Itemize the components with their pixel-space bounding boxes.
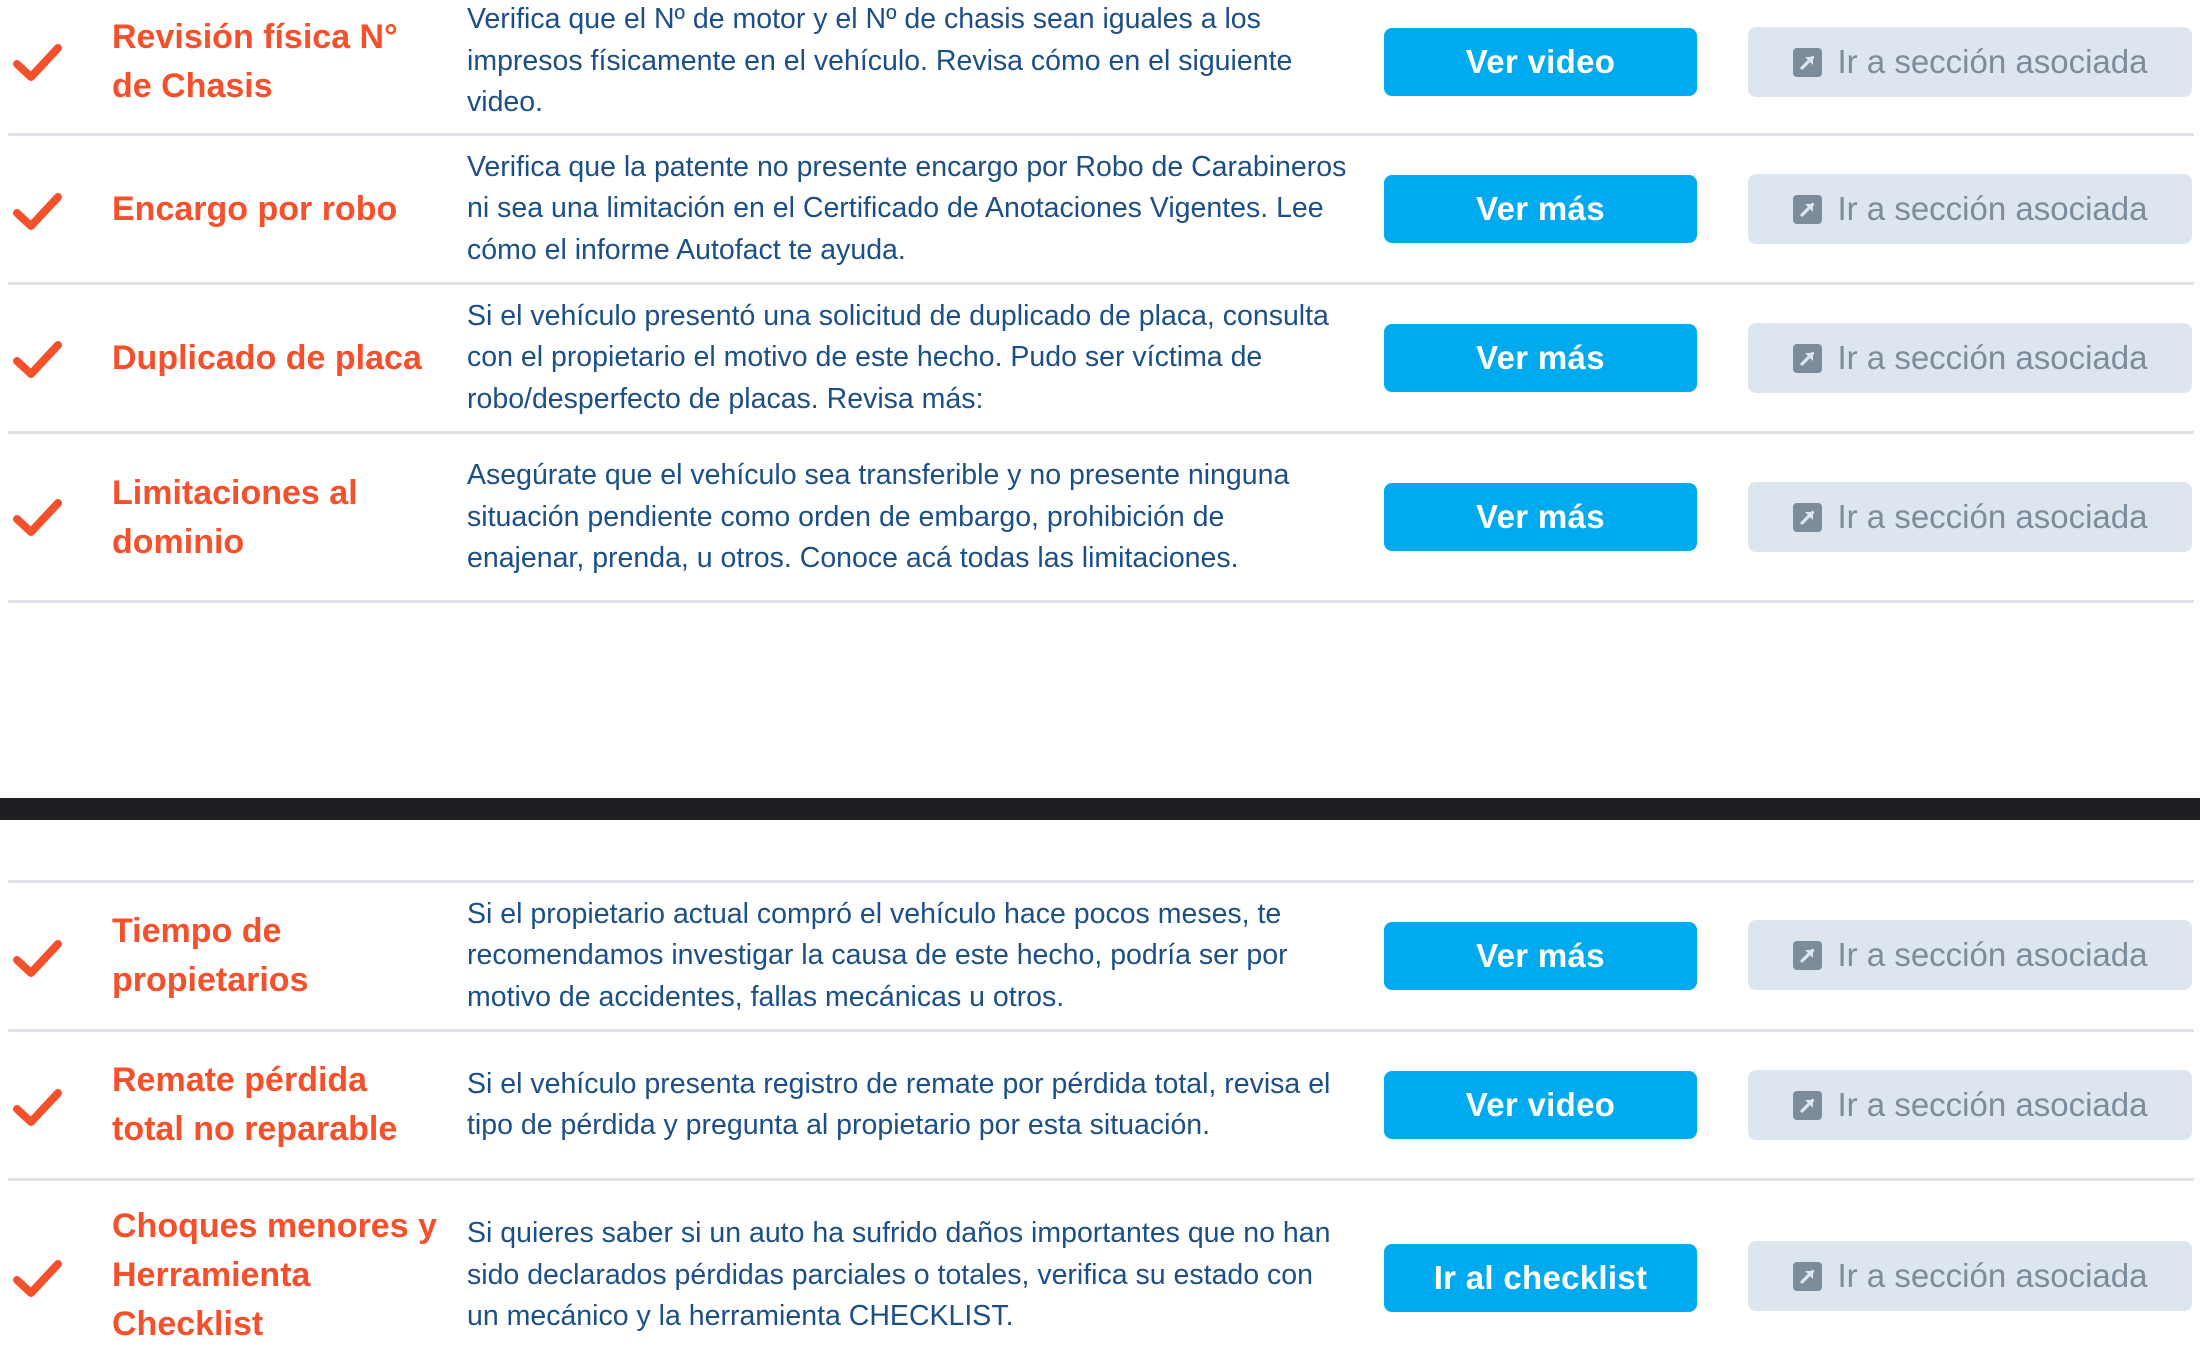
ver-video-button[interactable]: Ver video <box>1384 28 1697 96</box>
checklist-row: Limitaciones al dominio Asegúrate que el… <box>0 434 2200 601</box>
go-to-section-label: Ir a sección asociada <box>1837 339 2148 376</box>
go-to-section-button[interactable]: Ir a sección asociada <box>1748 1241 2192 1311</box>
external-link-icon <box>1792 343 1823 374</box>
ver-video-button[interactable]: Ver video <box>1384 1071 1697 1139</box>
external-link-icon <box>1792 1261 1823 1292</box>
row-description: Verifica que la patente no presente enca… <box>467 150 1347 266</box>
row-description: Si el vehículo presenta registro de rema… <box>467 1067 1331 1142</box>
go-to-section-label: Ir a sección asociada <box>1837 190 2148 227</box>
go-to-section-button[interactable]: Ir a sección asociada <box>1748 482 2192 552</box>
go-to-section-button[interactable]: Ir a sección asociada <box>1748 1070 2192 1140</box>
row-title: Revisión física N° de Chasis <box>112 17 398 105</box>
row-title: Limitaciones al dominio <box>112 473 358 561</box>
row-description: Si el propietario actual compró el vehíc… <box>467 897 1288 1013</box>
row-title: Tiempo de propietarios <box>112 912 309 999</box>
checklist-row: Choques menores y Herramienta Checklist … <box>0 1181 2200 1370</box>
checklist-row: Remate pérdida total no reparable Si el … <box>0 1032 2200 1178</box>
row-description: Si el vehículo presentó una solicitud de… <box>467 299 1329 415</box>
row-description: Verifica que el Nº de motor y el Nº de c… <box>467 3 1293 119</box>
go-to-section-label: Ir a sección asociada <box>1837 1257 2148 1294</box>
go-to-section-button[interactable]: Ir a sección asociada <box>1748 174 2192 244</box>
checklist-section-bottom: Tiempo de propietarios Si el propietario… <box>0 820 2200 1370</box>
external-link-icon <box>1792 940 1823 971</box>
window-divider-bar <box>0 798 2200 820</box>
checklist-row: Revisión física N° de Chasis Verifica qu… <box>0 0 2200 133</box>
go-to-section-label: Ir a sección asociada <box>1837 498 2148 535</box>
row-title: Duplicado de placa <box>112 338 422 377</box>
check-icon <box>12 933 62 983</box>
go-to-section-label: Ir a sección asociada <box>1837 1086 2148 1123</box>
checklist-row: Tiempo de propietarios Si el propietario… <box>0 883 2200 1029</box>
row-title: Choques menores y Herramienta Checklist <box>112 1207 437 1343</box>
go-to-section-button[interactable]: Ir a sección asociada <box>1748 27 2192 97</box>
go-to-section-label: Ir a sección asociada <box>1837 936 2148 973</box>
ver-mas-button[interactable]: Ver más <box>1384 175 1697 243</box>
row-divider <box>8 600 2194 603</box>
external-link-icon <box>1792 502 1823 533</box>
ver-mas-button[interactable]: Ver más <box>1384 922 1697 990</box>
ver-mas-button[interactable]: Ver más <box>1384 483 1697 551</box>
row-title: Remate pérdida total no reparable <box>112 1061 398 1148</box>
row-title: Encargo por robo <box>112 189 398 228</box>
go-to-section-label: Ir a sección asociada <box>1837 43 2148 80</box>
external-link-icon <box>1792 194 1823 225</box>
check-icon <box>12 37 62 87</box>
check-icon <box>12 492 62 542</box>
check-icon <box>12 1082 62 1132</box>
ir-al-checklist-button[interactable]: Ir al checklist <box>1384 1244 1697 1312</box>
check-icon <box>12 186 62 236</box>
row-description: Asegúrate que el vehículo sea transferib… <box>467 459 1290 575</box>
ver-mas-button[interactable]: Ver más <box>1384 324 1697 392</box>
external-link-icon <box>1792 47 1823 78</box>
checklist-section-top: Revisión física N° de Chasis Verifica qu… <box>0 0 2200 800</box>
checklist-row: Encargo por robo Verifica que la patente… <box>0 136 2200 282</box>
check-icon <box>12 334 62 384</box>
checklist-row: Duplicado de placa Si el vehículo presen… <box>0 285 2200 431</box>
go-to-section-button[interactable]: Ir a sección asociada <box>1748 323 2192 393</box>
external-link-icon <box>1792 1090 1823 1121</box>
row-description: Si quieres saber si un auto ha sufrido d… <box>467 1217 1331 1333</box>
check-icon <box>12 1253 62 1303</box>
go-to-section-button[interactable]: Ir a sección asociada <box>1748 920 2192 990</box>
